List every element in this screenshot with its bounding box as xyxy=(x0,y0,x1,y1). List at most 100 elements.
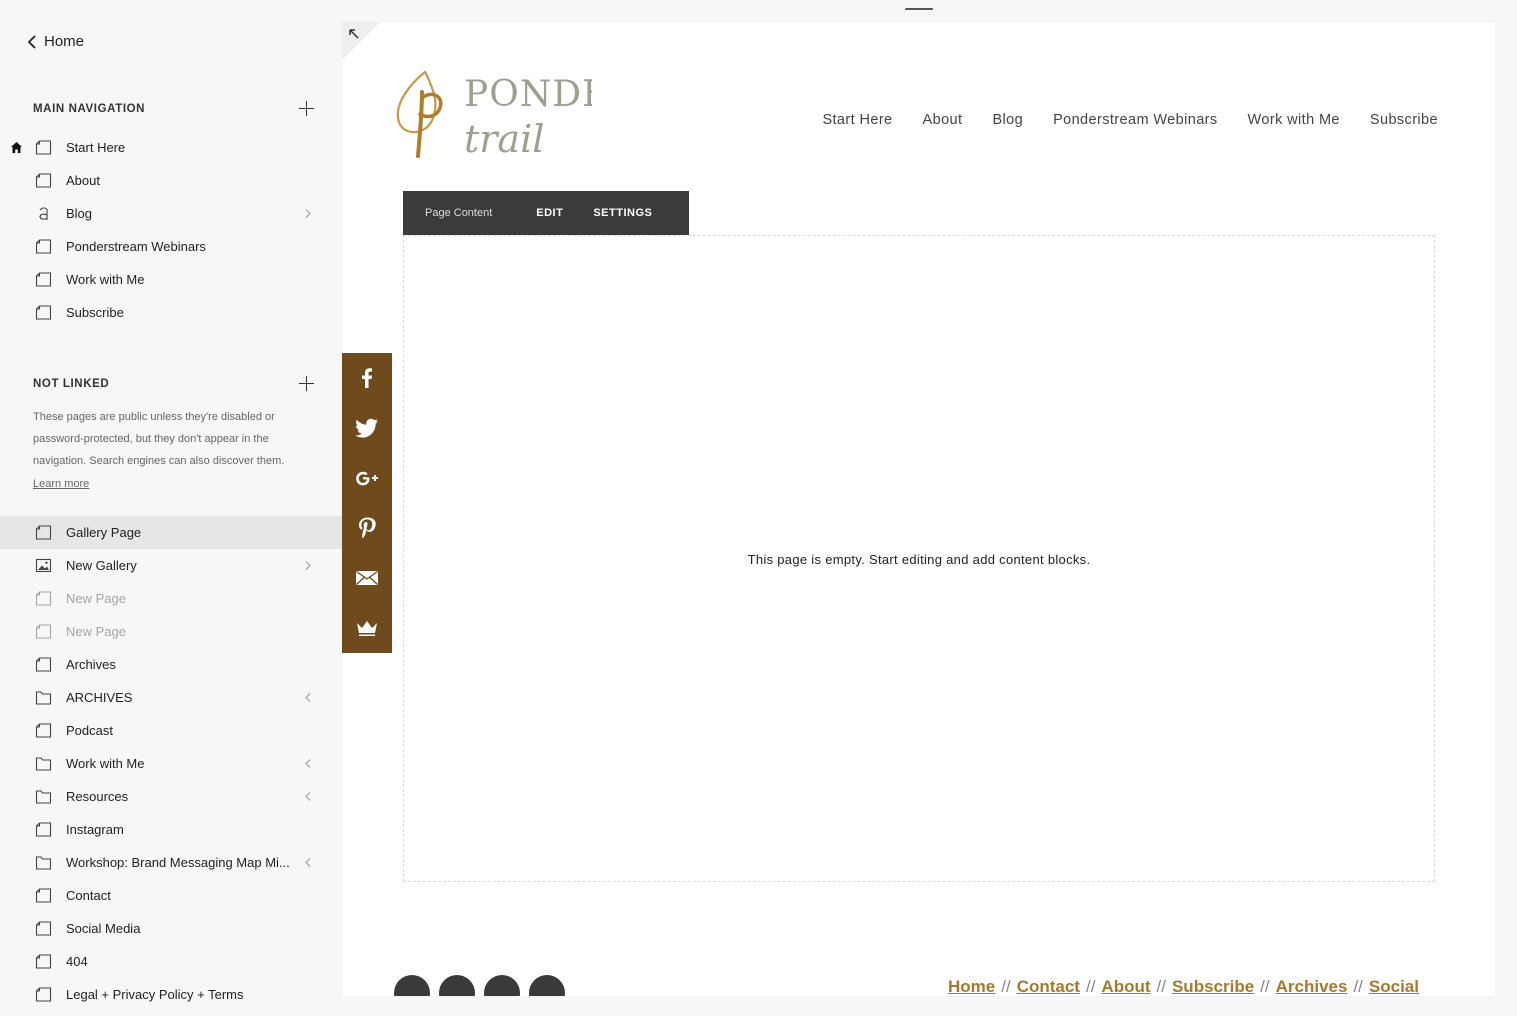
site-nav-ponderstream-webinars[interactable]: Ponderstream Webinars xyxy=(1053,112,1217,128)
pinterest-icon xyxy=(359,517,376,539)
logo-word-ponder: PONDER xyxy=(464,74,592,115)
page-content-toolbar: Page Content EDIT SETTINGS xyxy=(403,191,689,235)
footer-link-contact[interactable]: Contact xyxy=(1017,977,1080,996)
share-google-plus-button[interactable] xyxy=(342,453,392,503)
share-crown-button[interactable] xyxy=(342,603,392,653)
nav-item-blog[interactable]: Blog xyxy=(0,197,342,230)
site-nav-work-with-me[interactable]: Work with Me xyxy=(1248,112,1340,128)
nav-item-label: New Page xyxy=(66,591,126,606)
page-icon xyxy=(35,525,52,540)
footer-link-social[interactable]: Social xyxy=(1369,977,1419,996)
page-icon xyxy=(35,822,52,837)
site-nav-about[interactable]: About xyxy=(923,112,963,128)
nav-item-label: Start Here xyxy=(66,140,126,155)
nav-item-contact[interactable]: Contact xyxy=(0,879,342,912)
folder-icon xyxy=(35,757,52,771)
footer-social-icons xyxy=(394,975,565,996)
nav-item-label: New Gallery xyxy=(66,558,137,573)
footer-link-about[interactable]: About xyxy=(1101,977,1150,996)
nav-item-label: Subscribe xyxy=(66,305,124,320)
nav-item-gallery-page[interactable]: Gallery Page xyxy=(0,516,342,549)
footer-separator: // xyxy=(1260,977,1270,996)
share-facebook-button[interactable] xyxy=(342,353,392,403)
page-icon xyxy=(35,888,52,903)
nav-item-work-with-me-folder[interactable]: Work with Me xyxy=(0,747,342,780)
back-home-button[interactable]: Home xyxy=(26,33,84,50)
blog-icon xyxy=(39,207,48,220)
ponder-trail-logo[interactable]: PONDER trail xyxy=(392,62,592,166)
share-email-button[interactable] xyxy=(342,553,392,603)
nav-item-label: Ponderstream Webinars xyxy=(66,239,206,254)
footer-link-home[interactable]: Home xyxy=(948,977,995,996)
nav-item-new-page-2[interactable]: New Page xyxy=(0,615,342,648)
nav-item-start-here[interactable]: Start Here xyxy=(0,131,342,164)
chevron-right-icon xyxy=(305,561,311,570)
footer-link-subscribe[interactable]: Subscribe xyxy=(1172,977,1254,996)
share-twitter-button[interactable] xyxy=(342,403,392,453)
site-preview: PONDER trail Start Here About Blog Ponde… xyxy=(342,22,1495,996)
nav-item-label: Blog xyxy=(66,206,93,221)
nav-item-ponderstream-webinars[interactable]: Ponderstream Webinars xyxy=(0,230,342,263)
nav-item-legal[interactable]: Legal + Privacy Policy + Terms xyxy=(0,978,342,1011)
folder-icon xyxy=(35,856,52,870)
nav-item-instagram[interactable]: Instagram xyxy=(0,813,342,846)
nav-item-label: Social Media xyxy=(66,921,141,936)
nav-item-resources-folder[interactable]: Resources xyxy=(0,780,342,813)
main-navigation-title: MAIN NAVIGATION xyxy=(33,103,146,115)
nav-item-label: Work with Me xyxy=(66,272,145,287)
add-not-linked-page-button[interactable] xyxy=(298,375,315,392)
footer-links: Home // Contact // About // Subscribe // Archive… xyxy=(948,977,1419,996)
page-icon xyxy=(35,305,52,320)
page-icon xyxy=(35,591,52,606)
page-content-area[interactable]: This page is empty. Start editing and ad… xyxy=(403,235,1435,882)
nav-item-label: Gallery Page xyxy=(66,525,142,540)
drag-handle[interactable] xyxy=(905,8,933,10)
footer-instagram-icon[interactable] xyxy=(394,975,430,996)
chevron-left-icon xyxy=(305,792,311,801)
nav-item-subscribe[interactable]: Subscribe xyxy=(0,296,342,329)
chevron-left-icon xyxy=(305,759,311,768)
chevron-right-icon xyxy=(305,209,311,218)
not-linked-title: NOT LINKED xyxy=(33,378,110,390)
site-nav-subscribe[interactable]: Subscribe xyxy=(1370,112,1438,128)
footer-link-archives[interactable]: Archives xyxy=(1276,977,1348,996)
nav-item-label: Archives xyxy=(66,657,116,672)
logo-word-trail: trail xyxy=(464,117,544,161)
nav-item-archives-folder[interactable]: ARCHIVES xyxy=(0,681,342,714)
share-pinterest-button[interactable] xyxy=(342,503,392,553)
page-icon xyxy=(35,173,52,188)
nav-item-new-gallery[interactable]: New Gallery xyxy=(0,549,342,582)
nav-item-about[interactable]: About xyxy=(0,164,342,197)
footer-twitter-icon[interactable] xyxy=(529,975,565,996)
nav-item-label: Workshop: Brand Messaging Map Mi... xyxy=(66,855,290,870)
edit-button[interactable]: EDIT xyxy=(536,207,563,219)
nav-item-404[interactable]: 404 xyxy=(0,945,342,978)
settings-button[interactable]: SETTINGS xyxy=(593,207,652,219)
add-main-nav-page-button[interactable] xyxy=(298,100,315,117)
footer-pinterest-icon[interactable] xyxy=(439,975,475,996)
site-nav-blog[interactable]: Blog xyxy=(992,112,1023,128)
nav-item-work-with-me[interactable]: Work with Me xyxy=(0,263,342,296)
nav-item-social-media[interactable]: Social Media xyxy=(0,912,342,945)
page-icon xyxy=(35,954,52,969)
nav-item-new-page[interactable]: New Page xyxy=(0,582,342,615)
page-icon xyxy=(35,624,52,639)
page-content-label: Page Content xyxy=(425,207,493,219)
nav-item-podcast[interactable]: Podcast xyxy=(0,714,342,747)
nav-item-label: Work with Me xyxy=(66,756,145,771)
footer-separator: // xyxy=(1001,977,1011,996)
footer-facebook-icon[interactable] xyxy=(484,975,520,996)
nav-item-workshop-folder[interactable]: Workshop: Brand Messaging Map Mi... xyxy=(0,846,342,879)
expand-arrow-icon[interactable] xyxy=(348,28,360,40)
learn-more-link[interactable]: Learn more xyxy=(33,473,89,495)
crown-icon xyxy=(357,621,377,636)
page-icon xyxy=(35,657,52,672)
footer-separator: // xyxy=(1156,977,1166,996)
nav-item-label: Resources xyxy=(66,789,129,804)
empty-page-message: This page is empty. Start editing and ad… xyxy=(747,552,1091,567)
page-icon xyxy=(35,723,52,738)
site-nav-start-here[interactable]: Start Here xyxy=(822,112,892,128)
twitter-icon xyxy=(355,418,378,438)
social-share-bar xyxy=(342,353,392,653)
nav-item-archives[interactable]: Archives xyxy=(0,648,342,681)
